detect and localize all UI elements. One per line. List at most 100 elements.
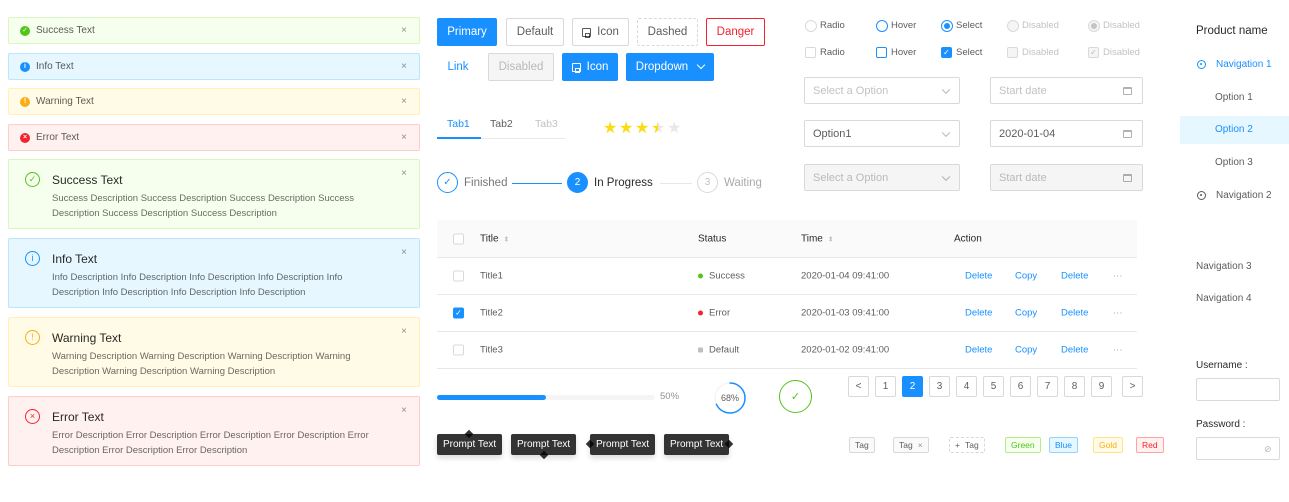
tab-3[interactable]: Tab3 [535, 118, 558, 130]
column-header-title[interactable]: Title ⬍ [480, 233, 509, 244]
date-picker-placeholder[interactable]: Start date [990, 77, 1143, 104]
close-icon[interactable]: × [401, 247, 407, 258]
pagination-page[interactable]: 6 [1010, 376, 1031, 397]
checkbox-sel[interactable]: ✓ [941, 47, 952, 58]
disabled-button[interactable]: Disabled [488, 53, 554, 81]
close-icon[interactable]: × [401, 405, 407, 416]
gear-icon [1197, 190, 1206, 200]
delete-link[interactable]: Delete [1061, 271, 1088, 282]
column-time-label: Time [801, 233, 823, 244]
tag-add[interactable]: + Tag [949, 437, 985, 453]
delete-link[interactable]: Delete [1061, 345, 1088, 356]
menu-navigation-1[interactable]: Navigation 1 [1197, 59, 1272, 70]
star-icon[interactable]: ★ [603, 121, 617, 137]
menu-option-2[interactable]: Option 2 [1215, 124, 1253, 135]
more-icon[interactable]: ··· [1113, 308, 1123, 319]
radio-normal[interactable] [805, 20, 817, 32]
row-checkbox[interactable] [453, 344, 464, 356]
select-placeholder[interactable]: Select a Option [804, 77, 960, 104]
sort-icon[interactable]: ⬍ [828, 236, 834, 243]
copy-link[interactable]: Copy [1015, 271, 1037, 282]
menu-option-1[interactable]: Option 1 [1215, 92, 1253, 103]
column-header-time[interactable]: Time ⬍ [801, 233, 834, 244]
close-icon[interactable]: × [401, 61, 407, 72]
primary-button[interactable]: Primary [437, 18, 497, 46]
tab-1[interactable]: Tab1 [447, 118, 470, 130]
radio-dis-sel[interactable] [1088, 20, 1100, 32]
delete-link[interactable]: Delete [965, 345, 992, 356]
link-button[interactable]: Link [437, 53, 479, 81]
more-icon[interactable]: ··· [1113, 271, 1123, 282]
star-icon[interactable]: ★ [651, 121, 665, 137]
select-value: Option1 [813, 127, 852, 140]
exclamation-circle-icon: ! [25, 330, 40, 345]
select-disabled[interactable]: Select a Option [804, 164, 960, 191]
checkbox-hover[interactable] [876, 47, 887, 58]
pagination-prev[interactable]: < [848, 376, 869, 397]
delete-link[interactable]: Delete [965, 271, 992, 282]
star-icon[interactable]: ★ [619, 121, 633, 137]
tag-closable[interactable]: Tag × [893, 437, 929, 453]
copy-link[interactable]: Copy [1015, 345, 1037, 356]
sort-icon[interactable]: ⬍ [504, 236, 510, 243]
tag-red: Red [1136, 437, 1164, 453]
close-icon[interactable]: × [401, 96, 407, 107]
pagination-page[interactable]: 2 [902, 376, 923, 397]
close-icon[interactable]: × [401, 132, 407, 143]
row-status: Success [698, 271, 745, 282]
close-icon[interactable]: × [401, 168, 407, 179]
danger-button[interactable]: Danger [706, 18, 765, 46]
row-checkbox[interactable] [453, 270, 464, 282]
dropdown-button[interactable]: Dropdown [626, 53, 714, 81]
radio-label: Select [956, 20, 983, 31]
delete-link[interactable]: Delete [1061, 308, 1088, 319]
checkbox-normal[interactable] [805, 47, 816, 58]
close-icon[interactable]: × [401, 326, 407, 337]
chevron-down-icon [941, 85, 951, 94]
tab-2[interactable]: Tab2 [490, 118, 513, 130]
tooltip-arrow [585, 439, 595, 449]
pagination-page[interactable]: 5 [983, 376, 1004, 397]
icon-button[interactable]: Icon [572, 18, 629, 46]
select-value: Select a Option [813, 84, 889, 97]
pagination-page[interactable]: 4 [956, 376, 977, 397]
menu-navigation-3[interactable]: Navigation 3 [1196, 261, 1252, 272]
date-picker-filled[interactable]: 2020-01-04 [990, 120, 1143, 147]
row-checkbox[interactable]: ✓ [453, 307, 464, 319]
menu-option-3[interactable]: Option 3 [1215, 157, 1253, 168]
button-label: Danger [716, 26, 755, 38]
pagination-page[interactable]: 7 [1037, 376, 1058, 397]
button-label: Primary [447, 26, 487, 38]
checkbox-dis[interactable]: ✓ [1088, 47, 1099, 58]
username-input[interactable] [1196, 378, 1280, 401]
delete-link[interactable]: Delete [965, 308, 992, 319]
radio-dis[interactable] [1007, 20, 1019, 32]
checkbox-dis[interactable] [1007, 47, 1018, 58]
calendar-icon [1123, 129, 1132, 138]
close-icon[interactable]: × [918, 440, 923, 450]
chevron-down-icon [941, 128, 951, 137]
default-button[interactable]: Default [506, 18, 564, 46]
star-icon[interactable]: ★ [667, 121, 681, 137]
close-icon[interactable]: × [401, 25, 407, 36]
select-filled[interactable]: Option1 [804, 120, 960, 147]
copy-link[interactable]: Copy [1015, 308, 1037, 319]
pagination-page[interactable]: 9 [1091, 376, 1112, 397]
more-icon[interactable]: ··· [1113, 345, 1123, 356]
radio-sel[interactable] [941, 20, 953, 32]
select-all-checkbox[interactable] [453, 233, 464, 244]
primary-icon-button[interactable]: Icon [562, 53, 618, 81]
radio-hover[interactable] [876, 20, 888, 32]
step-connector [660, 183, 692, 184]
star-icon[interactable]: ★ [635, 121, 649, 137]
username-label: Username : [1196, 360, 1248, 371]
dashed-button[interactable]: Dashed [637, 18, 698, 46]
pagination-page[interactable]: 8 [1064, 376, 1085, 397]
menu-navigation-4[interactable]: Navigation 4 [1196, 293, 1252, 304]
date-picker-disabled[interactable]: Start date [990, 164, 1143, 191]
pagination-page[interactable]: 1 [875, 376, 896, 397]
eye-invisible-icon[interactable]: ⊘ [1264, 444, 1272, 455]
menu-navigation-2[interactable]: Navigation 2 [1197, 190, 1272, 201]
pagination-next[interactable]: > [1122, 376, 1143, 397]
pagination-page[interactable]: 3 [929, 376, 950, 397]
